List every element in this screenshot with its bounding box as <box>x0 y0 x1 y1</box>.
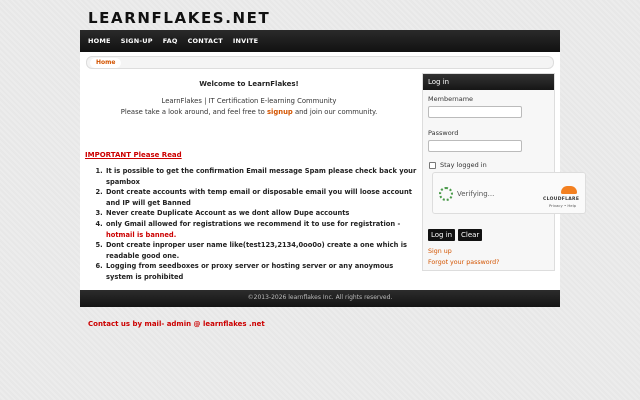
rule-item: It is possible to get the confirmation E… <box>105 166 417 187</box>
password-label: Password <box>428 129 459 137</box>
membername-label: Membername <box>428 95 474 103</box>
spinner-icon <box>439 187 453 201</box>
captcha-widget[interactable]: Verifying... CLOUDFLARE Privacy • Help <box>432 172 586 214</box>
login-button[interactable]: Log in <box>428 229 456 241</box>
login-title: Log in <box>423 74 554 90</box>
rule-4-warning: hotmail is banned. <box>106 230 177 239</box>
rule-4-text: only Gmail allowed for registrations we … <box>106 219 401 228</box>
look-prefix: Please take a look around, and feel free… <box>120 108 267 116</box>
welcome-text: Please take a look around, and feel free… <box>80 108 418 116</box>
rule-item: only Gmail allowed for registrations we … <box>105 219 417 240</box>
rules-list: It is possible to get the confirmation E… <box>105 166 417 283</box>
cloudflare-logo-icon <box>561 186 577 194</box>
rule-item: Logging from seedboxes or proxy server o… <box>105 261 417 282</box>
stay-logged-in-checkbox[interactable] <box>429 161 436 169</box>
rule-item: Dont create inproper user name like(test… <box>105 240 417 261</box>
breadcrumb: Home <box>86 56 554 69</box>
rule-item: Never create Duplicate Account as we don… <box>105 208 417 219</box>
main-nav: HOME SIGN-UP FAQ CONTACT INVITE <box>80 30 560 52</box>
clear-button[interactable]: Clear <box>458 229 483 241</box>
community-tagline: LearnFlakes | IT Certification E-learnin… <box>161 97 337 105</box>
nav-signup[interactable]: SIGN-UP <box>121 37 153 45</box>
important-heading: IMPORTANT Please Read <box>85 151 182 159</box>
nav-contact[interactable]: CONTACT <box>188 37 223 45</box>
breadcrumb-home[interactable]: Home <box>90 58 122 68</box>
stay-logged-in-label: Stay logged in <box>440 161 487 169</box>
membername-input[interactable] <box>428 106 522 118</box>
signup-link-sidebar[interactable]: Sign up <box>428 248 452 255</box>
welcome-heading: Welcome to LearnFlakes! <box>199 80 299 88</box>
site-logo[interactable]: LEARNFLAKES.NET <box>88 9 270 27</box>
stay-logged-in[interactable]: Stay logged in <box>429 161 487 169</box>
nav-home[interactable]: HOME <box>88 37 111 45</box>
captcha-status: Verifying... <box>457 190 495 198</box>
contact-text: Contact us by mail- admin @ learnflakes … <box>88 320 265 328</box>
nav-faq[interactable]: FAQ <box>163 37 178 45</box>
footer: ©2013-2026 learnflakes Inc. All rights r… <box>80 290 560 307</box>
signup-link[interactable]: signup <box>267 108 293 116</box>
look-suffix: and join our community. <box>292 108 378 116</box>
forgot-password-link[interactable]: Forgot your password? <box>428 259 499 266</box>
captcha-links[interactable]: Privacy • Help <box>549 203 576 208</box>
password-input[interactable] <box>428 140 522 152</box>
cloudflare-brand: CLOUDFLARE <box>543 197 580 202</box>
nav-invite[interactable]: INVITE <box>233 37 258 45</box>
rule-item: Dont create accounts with temp email or … <box>105 187 417 208</box>
